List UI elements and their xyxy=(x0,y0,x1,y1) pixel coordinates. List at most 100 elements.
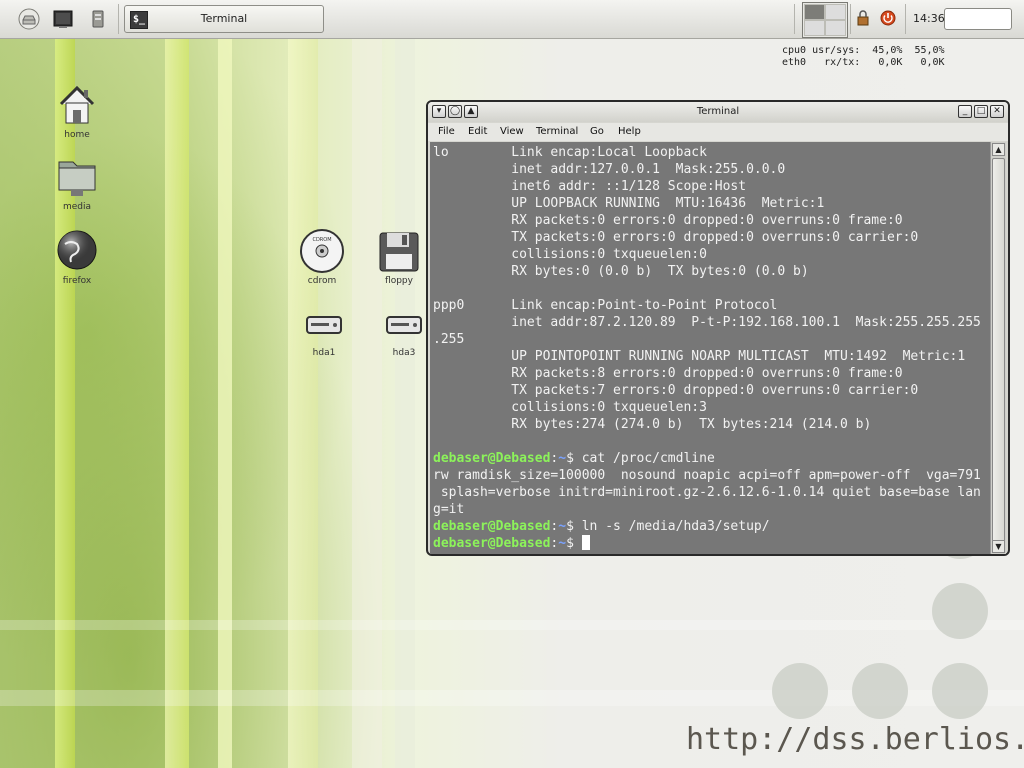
menu-go[interactable]: Go xyxy=(590,126,604,137)
top-panel: $_ Terminal 14:36 xyxy=(0,0,1024,39)
terminal-launcher-icon[interactable] xyxy=(51,7,75,31)
panel-separator xyxy=(118,4,119,34)
terminal-line: RX bytes:274 (274.0 b) TX bytes:214 (214… xyxy=(433,417,872,432)
prompt-path: ~ xyxy=(558,451,567,466)
network-monitor-line: eth0 rx/tx: 0,0K 0,0K xyxy=(782,57,945,68)
panel-entry-field[interactable] xyxy=(944,8,1012,30)
desktop-icon-media[interactable]: media xyxy=(42,154,112,212)
desktop-icon-home[interactable]: home xyxy=(42,82,112,140)
menubar: File Edit View Terminal Go Help xyxy=(428,123,1008,141)
folder-icon xyxy=(58,161,96,196)
terminal-line: .255 xyxy=(433,332,465,347)
desktop-icon-floppy[interactable]: floppy xyxy=(364,230,434,286)
cpu-monitor-line: cpu0 usr/sys: 45,0% 55,0% xyxy=(782,45,945,56)
desktop-icon-label: home xyxy=(64,130,90,140)
terminal-line: UP POINTOPOINT RUNNING NOARP MULTICAST M… xyxy=(433,349,966,364)
taskbar-terminal-label: Terminal xyxy=(200,12,248,25)
close-button[interactable]: ✕ xyxy=(990,105,1004,118)
menu-file[interactable]: File xyxy=(438,126,455,137)
desktop-icon-label: floppy xyxy=(385,276,413,286)
workspace-4[interactable] xyxy=(825,20,846,36)
terminal-scrollbar[interactable]: ▲ ▼ xyxy=(990,142,1006,554)
taskbar-terminal-button[interactable]: $_ Terminal xyxy=(124,5,324,33)
panel-separator xyxy=(850,4,851,34)
desktop-icon-label: cdrom xyxy=(307,276,337,286)
scroll-down-arrow-icon[interactable]: ▼ xyxy=(992,540,1005,553)
lock-icon[interactable] xyxy=(855,10,871,26)
terminal-line: RX packets:8 errors:0 dropped:0 overruns… xyxy=(433,366,903,381)
desktop-icon-cdrom[interactable]: CDROM cdrom xyxy=(287,228,357,286)
terminal-line: RX bytes:0 (0.0 b) TX bytes:0 (0.0 b) xyxy=(433,264,809,279)
desktop-icon-firefox[interactable]: firefox xyxy=(42,228,112,286)
terminal-line: inet6 addr: ::1/128 Scope:Host xyxy=(433,179,747,194)
prompt-path: ~ xyxy=(558,536,567,551)
watermark-url: http://dss.berlios.de xyxy=(686,722,1024,757)
menu-edit[interactable]: Edit xyxy=(468,126,487,137)
wallpaper-bamboo-stalk xyxy=(55,38,75,768)
system-monitor: cpu0 usr/sys: 45,0% 55,0% eth0 rx/tx: 0,0… xyxy=(782,45,945,69)
wallpaper-circle xyxy=(932,663,988,719)
window-titlebar[interactable]: ▾ ◯ ▲ Terminal _ □ ✕ xyxy=(428,102,1008,122)
menu-view[interactable]: View xyxy=(500,126,524,137)
desktop-icon-label: hda1 xyxy=(312,348,336,358)
panel-separator xyxy=(905,4,906,34)
prompt-user: debaser@Debased xyxy=(433,451,551,466)
prompt-sign: $ xyxy=(566,451,574,466)
terminal-prompt-line: debaser@Debased:~$ ln -s /media/hda3/set… xyxy=(433,518,770,535)
workspace-2[interactable] xyxy=(825,4,846,20)
home-icon xyxy=(59,85,95,124)
workspace-3[interactable] xyxy=(804,20,825,36)
wallpaper-bamboo-stalk xyxy=(218,38,232,768)
terminal-line: ppp0 Link encap:Point-to-Point Protocol xyxy=(433,298,778,313)
scrollbar-thumb[interactable] xyxy=(992,158,1005,542)
scroll-up-arrow-icon[interactable]: ▲ xyxy=(992,143,1005,156)
command-text: cat /proc/cmdline xyxy=(573,451,715,466)
clock[interactable]: 14:36 xyxy=(913,12,945,25)
prompt-sign: $ xyxy=(566,519,574,534)
globe-icon xyxy=(57,230,97,270)
text-cursor xyxy=(581,535,590,550)
workspace-1[interactable] xyxy=(804,4,825,20)
terminal-line: TX packets:7 errors:0 dropped:0 overruns… xyxy=(433,383,919,398)
command-text: ln -s /media/hda3/setup/ xyxy=(573,519,770,534)
terminal-line: g=it xyxy=(433,502,465,517)
wallpaper-bamboo-stalk xyxy=(165,38,189,768)
terminal-prompt-line: debaser@Debased:~$ xyxy=(433,535,590,552)
wallpaper-band xyxy=(0,620,1024,630)
power-icon[interactable] xyxy=(880,10,896,26)
window-title: Terminal xyxy=(696,106,740,117)
terminal-window: ▾ ◯ ▲ Terminal _ □ ✕ File Edit View Term… xyxy=(426,100,1010,556)
sysinfo-launcher-icon[interactable] xyxy=(86,7,110,31)
terminal-line: splash=verbose initrd=miniroot.gz-2.6.12… xyxy=(433,485,981,500)
home-launcher-icon[interactable] xyxy=(17,7,41,31)
workspace-pager[interactable] xyxy=(802,2,848,38)
terminal-output[interactable]: lo Link encap:Local Loopback inet addr:1… xyxy=(430,142,992,554)
wallpaper-bamboo-stalk xyxy=(395,38,415,768)
terminal-prompt-line: debaser@Debased:~$ cat /proc/cmdline xyxy=(433,450,715,467)
terminal-line: RX packets:0 errors:0 dropped:0 overruns… xyxy=(433,213,903,228)
terminal-line: collisions:0 txqueuelen:3 xyxy=(433,400,707,415)
terminal-line: TX packets:0 errors:0 dropped:0 overruns… xyxy=(433,230,919,245)
terminal-line: lo Link encap:Local Loopback xyxy=(433,145,707,160)
menu-terminal[interactable]: Terminal xyxy=(536,126,578,137)
wallpaper-circle xyxy=(772,663,828,719)
harddisk-icon xyxy=(306,316,342,334)
wallpaper-circle xyxy=(852,663,908,719)
terminal-line: collisions:0 txqueuelen:0 xyxy=(433,247,707,262)
menu-help[interactable]: Help xyxy=(618,126,641,137)
prompt-sign: $ xyxy=(566,536,574,551)
desktop-icon-label: media xyxy=(62,202,92,212)
harddisk-icon xyxy=(386,316,422,334)
minimize-button[interactable]: _ xyxy=(958,105,972,118)
prompt-user: debaser@Debased xyxy=(433,519,551,534)
cdrom-icon: CDROM xyxy=(300,229,344,273)
desktop-icon-label: firefox xyxy=(62,276,92,286)
wallpaper-bamboo-stalk xyxy=(352,38,382,768)
desktop-icon-hda1[interactable]: hda1 xyxy=(289,312,359,358)
svg-text:CDROM: CDROM xyxy=(312,237,331,243)
terminal-line: inet addr:87.2.120.89 P-t-P:192.168.100.… xyxy=(433,315,981,330)
command-text xyxy=(574,536,582,551)
panel-separator xyxy=(794,4,795,34)
terminal-line: inet addr:127.0.0.1 Mask:255.0.0.0 xyxy=(433,162,786,177)
maximize-button[interactable]: □ xyxy=(974,105,988,118)
